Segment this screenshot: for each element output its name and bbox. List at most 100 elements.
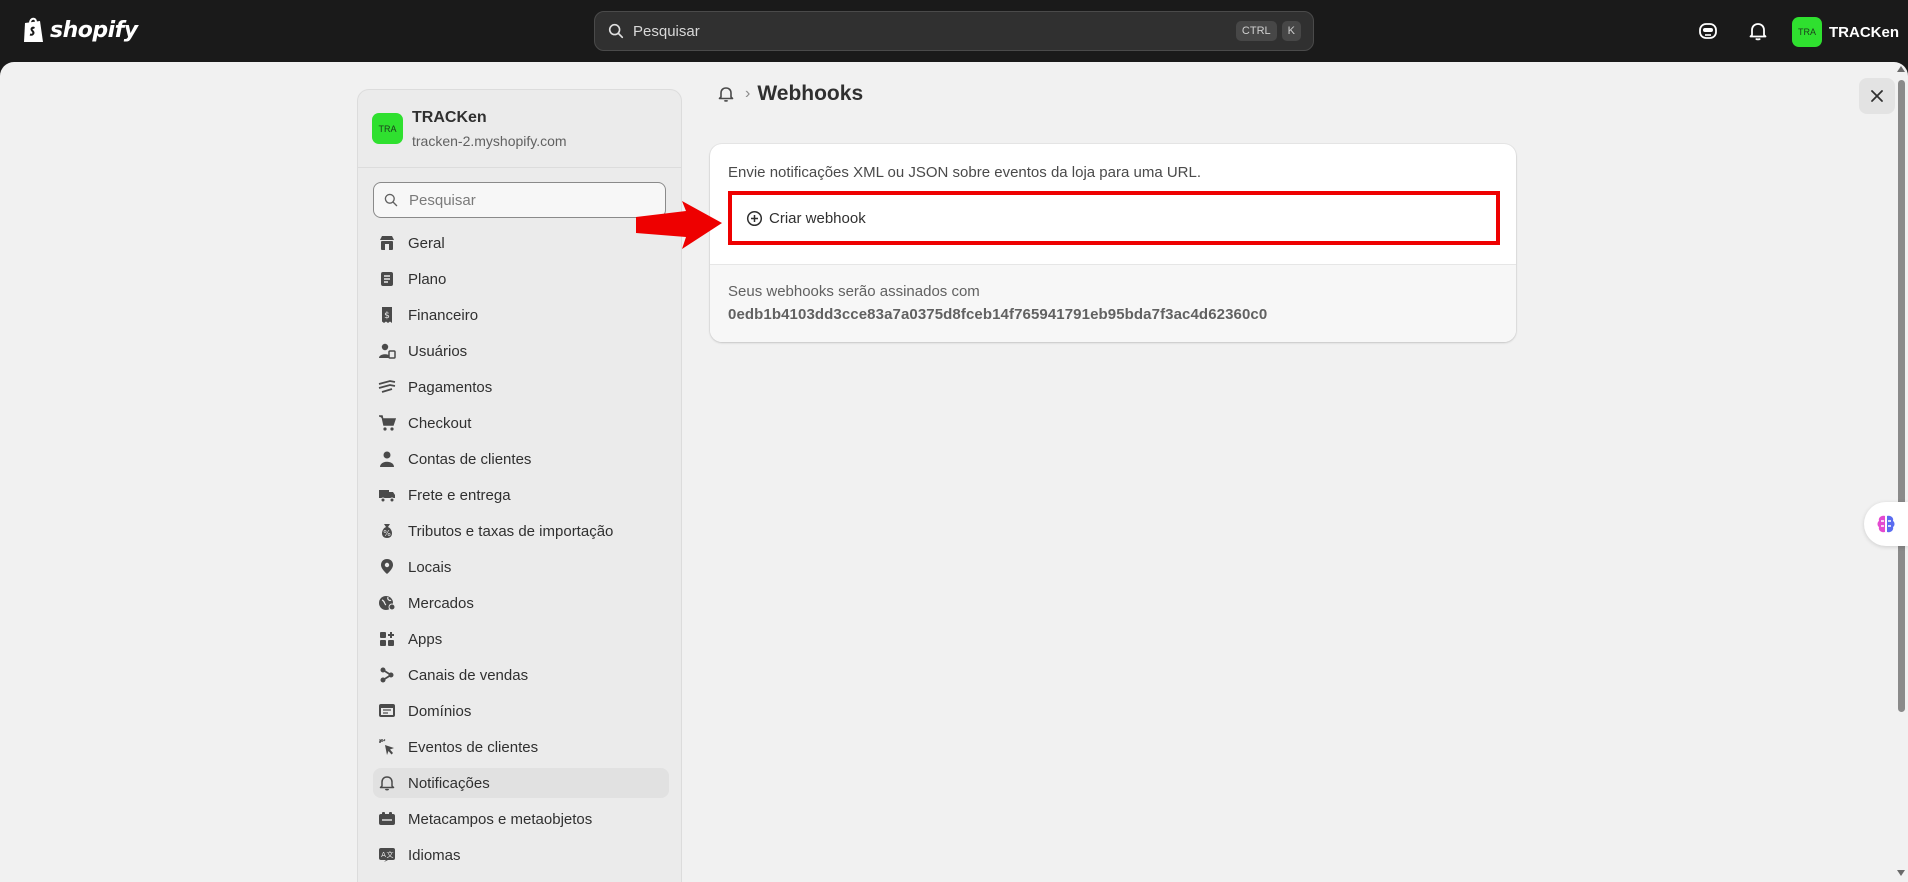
store-name: TRACKen — [412, 108, 487, 126]
sidebar-item-idiomas[interactable]: A文 Idiomas — [373, 840, 669, 870]
sidebar-item-label: Plano — [408, 270, 447, 288]
webhooks-card: Envie notificações XML ou JSON sobre eve… — [710, 144, 1516, 342]
shopify-logo[interactable]: shopify — [22, 16, 138, 44]
sidebar-item-canais-de-vendas[interactable]: Canais de vendas — [373, 660, 669, 690]
scrollbar-thumb[interactable] — [1898, 80, 1905, 712]
sidebar-item-label: Pagamentos — [408, 378, 493, 396]
sidebar-item-mercados[interactable]: Mercados — [373, 588, 669, 618]
sidebar-item-contas-de-clientes[interactable]: Contas de clientes — [373, 444, 669, 474]
sidebar-item-label: Contas de clientes — [408, 450, 532, 468]
shortcut-key-ctrl: CTRL — [1235, 21, 1277, 41]
sidebar-item-label: Checkout — [408, 414, 472, 432]
sidebar-item-metacampos[interactable]: Metacampos e metaobjetos — [373, 804, 669, 834]
scroll-down-arrow-icon[interactable] — [1897, 870, 1905, 876]
sidebar-item-dominios[interactable]: Domínios — [373, 696, 669, 726]
breadcrumb: › Webhooks — [716, 82, 863, 106]
person-icon — [380, 451, 394, 467]
signature-caption: Seus webhooks serão assinados com — [728, 283, 980, 300]
plus-circle-icon — [746, 210, 763, 226]
truck-icon — [379, 490, 395, 503]
scroll-up-arrow-icon[interactable] — [1897, 66, 1905, 72]
location-pin-icon — [381, 559, 393, 574]
logo-text: shopify — [50, 17, 138, 43]
sidebar-item-label: Eventos de clientes — [408, 738, 539, 756]
settings-sidebar: TRA TRACKen tracken-2.myshopify.com Pesq… — [357, 89, 682, 882]
sidebar-item-pagamentos[interactable]: Pagamentos — [373, 372, 669, 402]
sidebar-item-locais[interactable]: Locais — [373, 552, 669, 582]
account-menu[interactable]: TRA TRACKen — [1792, 17, 1899, 47]
webhook-signature-section: Seus webhooks serão assinados com 0edb1b… — [710, 264, 1516, 342]
domain-icon — [379, 704, 395, 717]
sidebar-item-label: Idiomas — [408, 846, 461, 864]
settings-search-placeholder: Pesquisar — [409, 191, 476, 209]
sidebar-item-label: Tributos e taxas de importação — [408, 522, 614, 540]
svg-text:文: 文 — [387, 850, 394, 859]
shortcut-key-k: K — [1281, 21, 1301, 41]
sidebar-item-plano[interactable]: Plano — [373, 264, 669, 294]
sidebar-item-label: Usuários — [408, 342, 468, 360]
sidebar-item-financeiro[interactable]: $ Financeiro — [373, 300, 669, 330]
search-placeholder: Pesquisar — [633, 22, 700, 40]
users-icon — [379, 343, 396, 359]
close-settings-button[interactable] — [1859, 78, 1895, 114]
receipt-icon: $ — [382, 307, 392, 323]
sidebar-item-checkout[interactable]: Checkout — [373, 408, 669, 438]
store-avatar: TRA — [372, 113, 403, 144]
svg-text:A: A — [381, 851, 386, 859]
sidebar-item-apps[interactable]: Apps — [373, 624, 669, 654]
store-icon — [380, 236, 394, 250]
assistant-extension-button[interactable] — [1864, 502, 1908, 546]
webhooks-description: Envie notificações XML ou JSON sobre eve… — [728, 164, 1202, 181]
apps-icon — [380, 632, 394, 646]
sidebar-item-label: Apps — [408, 630, 443, 648]
sidebar-item-label: Notificações — [408, 774, 490, 792]
plan-icon — [381, 272, 393, 286]
sidebar-item-label: Frete e entrega — [408, 486, 511, 504]
sidebar-item-eventos-de-clientes[interactable]: Eventos de clientes — [373, 732, 669, 762]
create-webhook-label: Criar webhook — [769, 209, 866, 227]
payments-icon — [378, 380, 396, 393]
channels-icon — [380, 667, 394, 683]
bell-icon — [379, 776, 395, 791]
close-icon — [1871, 90, 1883, 102]
search-icon — [384, 193, 398, 207]
sidebar-item-label: Geral — [408, 234, 445, 252]
sidebar-item-tributos[interactable]: % Tributos e taxas de importação — [373, 516, 669, 546]
chevron-right-icon: › — [745, 85, 751, 102]
sidebar-item-geral[interactable]: Geral — [373, 228, 669, 258]
globe-icon — [379, 596, 396, 611]
top-bar: shopify Pesquisar CTRL K TRA TRACKen — [0, 0, 1908, 62]
store-header[interactable]: TRA TRACKen tracken-2.myshopify.com — [358, 90, 681, 168]
shopify-bag-icon — [24, 17, 43, 42]
create-webhook-button[interactable]: Criar webhook — [728, 191, 1500, 245]
settings-search-input[interactable]: Pesquisar — [373, 182, 666, 218]
brain-icon — [1877, 515, 1895, 533]
cart-icon — [379, 415, 396, 431]
sidebar-item-notificacoes[interactable]: Notificações — [373, 768, 669, 798]
bell-breadcrumb-icon[interactable] — [716, 84, 736, 104]
settings-nav: Geral Plano $ Financeiro Usuários Pagame… — [358, 228, 681, 870]
metafields-icon — [379, 812, 395, 825]
account-name: TRACKen — [1829, 23, 1899, 41]
bell-icon[interactable] — [1746, 19, 1770, 43]
sidebar-item-label: Metacampos e metaobjetos — [408, 810, 593, 828]
signature-key: 0edb1b4103dd3cce83a7a0375d8fceb14f765941… — [728, 306, 1268, 323]
account-avatar: TRA — [1792, 17, 1822, 47]
sidekick-icon[interactable] — [1696, 19, 1720, 43]
sidebar-item-label: Financeiro — [408, 306, 479, 324]
svg-text:$: $ — [384, 311, 390, 321]
settings-panel: TRA TRACKen tracken-2.myshopify.com Pesq… — [0, 62, 1908, 882]
sidebar-item-usuarios[interactable]: Usuários — [373, 336, 669, 366]
sidebar-item-label: Mercados — [408, 594, 474, 612]
page-scrollbar[interactable] — [1895, 62, 1908, 882]
store-url: tracken-2.myshopify.com — [412, 132, 567, 149]
global-search-input[interactable]: Pesquisar CTRL K — [594, 11, 1314, 51]
money-bag-icon: % — [382, 524, 392, 538]
cursor-click-icon — [379, 739, 394, 755]
sidebar-item-label: Locais — [408, 558, 452, 576]
red-arrow-annotation-icon — [636, 201, 722, 249]
svg-text:%: % — [383, 529, 391, 538]
sidebar-item-frete-e-entrega[interactable]: Frete e entrega — [373, 480, 669, 510]
sidebar-item-label: Domínios — [408, 702, 472, 720]
language-icon: A文 — [379, 848, 395, 862]
